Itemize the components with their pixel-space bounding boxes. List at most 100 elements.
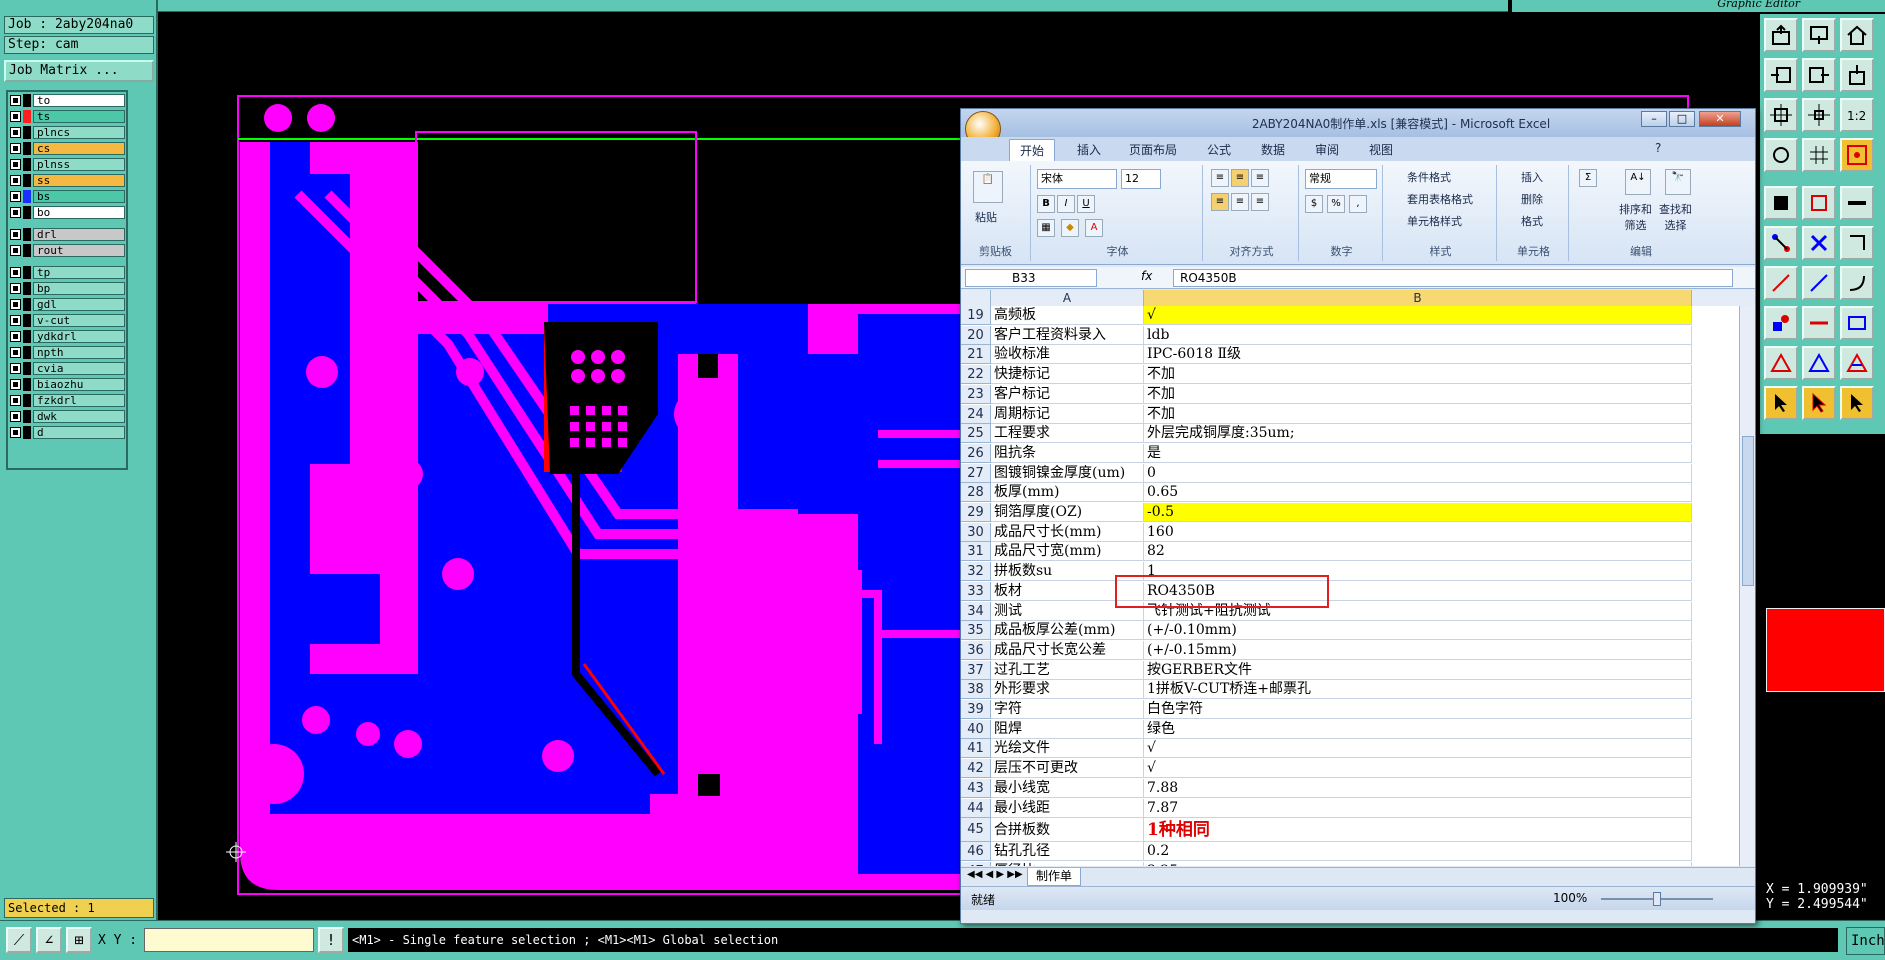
cell-a[interactable]: 字符 (991, 700, 1144, 719)
cell-a[interactable]: 图镀铜镍金厚度(um) (991, 463, 1144, 483)
pad-icon[interactable] (1764, 306, 1798, 340)
row-number[interactable]: 32 (961, 562, 991, 582)
cell-b[interactable]: -0.5 (1144, 503, 1692, 522)
exclaim-icon[interactable]: ! (318, 927, 344, 953)
row-number[interactable]: 43 (961, 778, 991, 798)
layer-row[interactable]: plncs (10, 126, 126, 139)
layer-row[interactable]: biaozhu (10, 378, 126, 391)
layer-name[interactable]: bs (33, 190, 125, 203)
layer-checkbox[interactable] (10, 363, 21, 374)
layer-name[interactable]: ydkdrl (33, 330, 125, 343)
layer-row[interactable]: tp (10, 266, 126, 279)
bold-icon[interactable]: B (1037, 195, 1055, 213)
number-format-select[interactable]: 常规 (1305, 169, 1377, 189)
cross-icon[interactable] (1802, 226, 1836, 260)
cell-a[interactable]: 成品板厚公差(mm) (991, 621, 1144, 641)
sum-icon[interactable]: Σ (1579, 169, 1597, 187)
layer-checkbox[interactable] (10, 127, 21, 138)
layer-name[interactable]: dwk (33, 410, 125, 423)
help-icon[interactable]: ? (1655, 141, 1661, 155)
layer-row[interactable]: ydkdrl (10, 330, 126, 343)
layer-checkbox[interactable] (10, 411, 21, 422)
layer-name[interactable]: tp (33, 266, 125, 279)
row-number[interactable]: 29 (961, 503, 991, 522)
line-draw-icon[interactable] (1764, 266, 1798, 300)
feature-add-icon[interactable] (1802, 186, 1836, 220)
cell-a[interactable]: 铜箔厚度(OZ) (991, 503, 1144, 522)
layer-row[interactable]: d (10, 426, 126, 439)
border-icon[interactable]: ▦ (1037, 219, 1055, 237)
cell-a[interactable]: 工程要求 (991, 424, 1144, 444)
align-center-icon[interactable]: ≡ (1231, 193, 1249, 211)
cell-a[interactable]: 厚径比 (991, 861, 1144, 866)
layer-name[interactable]: drl (33, 228, 125, 241)
cell-b[interactable]: 0.65 (1144, 483, 1692, 503)
layer-row[interactable]: cvia (10, 362, 126, 375)
cell-a[interactable]: 最小线距 (991, 798, 1144, 818)
tab-view[interactable]: 视图 (1369, 141, 1393, 158)
row-number[interactable]: 28 (961, 483, 991, 503)
cell-a[interactable]: 快捷标记 (991, 365, 1144, 385)
tab-review[interactable]: 审阅 (1315, 141, 1339, 158)
font-color-icon[interactable]: A (1085, 219, 1103, 237)
cell-a[interactable]: 成品尺寸长(mm) (991, 522, 1144, 542)
resize-icon[interactable] (1840, 306, 1874, 340)
grid-tool-icon[interactable]: ⊞ (66, 927, 92, 953)
row-number[interactable]: 35 (961, 621, 991, 641)
corner-icon[interactable] (1840, 226, 1874, 260)
fx-icon[interactable]: fx (1141, 269, 1152, 283)
row-number[interactable]: 19 (961, 306, 991, 325)
dash-icon[interactable] (1802, 306, 1836, 340)
close-button[interactable]: ✕ (1699, 111, 1741, 127)
row-number[interactable]: 44 (961, 798, 991, 818)
cell-b[interactable]: √ (1144, 739, 1692, 759)
row-number[interactable]: 41 (961, 739, 991, 759)
layer-checkbox[interactable] (10, 299, 21, 310)
cell-b[interactable]: 7.88 (1144, 778, 1692, 798)
layer-row[interactable]: npth (10, 346, 126, 359)
table-format-button[interactable]: 套用表格格式 (1407, 191, 1473, 207)
layer-row[interactable]: v-cut (10, 314, 126, 327)
currency-icon[interactable]: $ (1305, 195, 1323, 213)
maximize-button[interactable]: □ (1669, 111, 1695, 127)
align-left-icon[interactable]: ≡ (1211, 193, 1229, 211)
find-select-icon[interactable]: 🔭 (1665, 169, 1691, 195)
sort-filter-button[interactable]: 排序和 筛选 (1619, 201, 1652, 233)
cell-b[interactable]: 按GERBER文件 (1144, 660, 1692, 680)
row-number[interactable]: 39 (961, 700, 991, 719)
layer-name[interactable]: ss (33, 174, 125, 187)
align-top-icon[interactable]: ≡ (1211, 169, 1229, 187)
layer-name[interactable]: plnss (33, 158, 125, 171)
layer-checkbox[interactable] (10, 267, 21, 278)
cell-b[interactable]: 白色字符 (1144, 700, 1692, 719)
cell-b[interactable]: √ (1144, 306, 1692, 325)
cell-a[interactable]: 过孔工艺 (991, 660, 1144, 680)
format-button[interactable]: 格式 (1521, 213, 1543, 229)
layer-checkbox[interactable] (10, 331, 21, 342)
layer-checkbox[interactable] (10, 229, 21, 240)
percent-icon[interactable]: % (1327, 195, 1345, 213)
layer-checkbox[interactable] (10, 395, 21, 406)
vertical-scrollbar[interactable] (1739, 306, 1755, 866)
cell-b[interactable]: 0.2 (1144, 842, 1692, 862)
cell-a[interactable]: 阻抗条 (991, 443, 1144, 463)
cell-b[interactable]: 外层完成铜厚度:35um; (1144, 424, 1692, 444)
triangle-mixed-icon[interactable] (1840, 346, 1874, 380)
layer-row[interactable]: to (10, 94, 126, 107)
layer-name[interactable]: npth (33, 346, 125, 359)
layer-name[interactable]: v-cut (33, 314, 125, 327)
cell-a[interactable]: 客户工程资料录入 (991, 325, 1144, 345)
row-number[interactable]: 42 (961, 759, 991, 779)
layer-name[interactable]: to (33, 94, 125, 107)
cell-b[interactable]: 不加 (1144, 365, 1692, 385)
cell-b[interactable]: 3.25 (1144, 861, 1692, 866)
layer-checkbox[interactable] (10, 95, 21, 106)
layer-name[interactable]: rout (33, 244, 125, 257)
layer-checkbox[interactable] (10, 143, 21, 154)
cell-a[interactable]: 钻孔孔径 (991, 842, 1144, 862)
underline-icon[interactable]: U (1077, 195, 1095, 213)
tab-insert[interactable]: 插入 (1077, 141, 1101, 158)
cell-b[interactable]: 绿色 (1144, 719, 1692, 739)
zoom-slider-knob[interactable] (1653, 892, 1661, 906)
conditional-format-button[interactable]: 条件格式 (1407, 169, 1451, 185)
